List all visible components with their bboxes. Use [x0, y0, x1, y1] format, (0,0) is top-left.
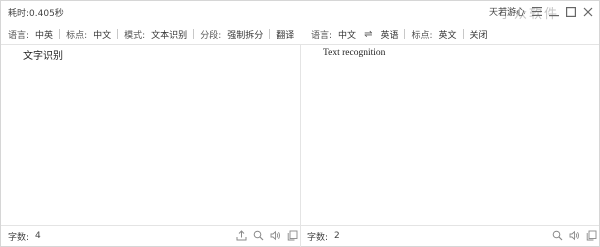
speaker-icon[interactable] — [569, 230, 580, 241]
ocr-punctuation-select[interactable]: 中文 — [93, 28, 111, 41]
ocr-options-bar: 语言: 中英 标点: 中文 模式: 文本识别 分段: 强制拆分 翻译 — [8, 25, 294, 43]
divider — [462, 29, 464, 39]
translate-button[interactable]: 翻译 — [276, 28, 294, 41]
mode-label: 模式: — [124, 30, 146, 41]
ocr-language-select[interactable]: 中英 — [35, 28, 53, 41]
source-count-value: 4 — [35, 231, 41, 241]
title-controls: 天若游心 — [489, 5, 593, 18]
translation-count-value: 2 — [334, 231, 340, 241]
menu-icon[interactable] — [531, 6, 542, 17]
divider — [193, 29, 195, 39]
translation-pane[interactable]: Text recognition — [301, 45, 599, 225]
speaker-icon[interactable] — [270, 230, 281, 241]
ocr-punctuation-label: 标点: — [66, 30, 88, 41]
source-tools — [236, 230, 298, 241]
segment-label: 分段: — [200, 30, 222, 41]
translation-count-label: 字数: — [307, 232, 329, 243]
divider — [117, 29, 119, 39]
source-text-pane[interactable]: 文字识别 — [1, 45, 300, 225]
target-language-select[interactable]: 英语 — [380, 28, 398, 41]
translate-punctuation-select[interactable]: 英文 — [439, 28, 457, 41]
search-icon[interactable] — [253, 230, 264, 241]
copy-icon[interactable] — [586, 230, 597, 241]
maximize-icon[interactable] — [565, 6, 576, 17]
divider — [59, 29, 61, 39]
translate-language-label: 语言: — [311, 30, 333, 41]
divider — [269, 29, 271, 39]
swap-languages-icon[interactable]: ⇌ — [364, 29, 372, 40]
source-text[interactable]: 文字识别 — [23, 47, 63, 62]
source-count-label: 字数: — [8, 232, 30, 243]
elapsed-label: 耗时: — [8, 9, 30, 19]
elapsed-value: 0.405秒 — [29, 9, 64, 19]
translation-options-bar: 语言: 中文 ⇌ 英语 标点: 英文 关闭 — [311, 25, 488, 43]
upload-icon[interactable] — [236, 230, 247, 241]
title-bar: 耗时:0.405秒 小众软件 天若游心 — [1, 1, 599, 25]
mode-select[interactable]: 文本识别 — [151, 28, 187, 41]
ocr-window: 耗时:0.405秒 小众软件 天若游心 语言: 中英 标点: 中文 模式: 文本… — [0, 0, 600, 247]
close-translation-button[interactable]: 关闭 — [470, 28, 488, 41]
close-icon[interactable] — [582, 6, 593, 17]
minimize-icon[interactable] — [548, 6, 559, 17]
source-language-select[interactable]: 中文 — [338, 28, 356, 41]
translated-text[interactable]: Text recognition — [323, 48, 385, 58]
search-icon[interactable] — [552, 230, 563, 241]
segment-select[interactable]: 强制拆分 — [227, 28, 263, 41]
user-label: 天若游心 — [488, 8, 525, 18]
ocr-language-label: 语言: — [8, 30, 30, 41]
translation-tools — [552, 230, 597, 241]
divider — [404, 29, 406, 39]
source-footer: 字数: 4 — [8, 226, 298, 246]
copy-icon[interactable] — [287, 230, 298, 241]
elapsed-time: 耗时:0.405秒 — [8, 6, 64, 19]
translate-punctuation-label: 标点: — [411, 30, 433, 41]
translation-footer: 字数: 2 — [307, 226, 597, 246]
